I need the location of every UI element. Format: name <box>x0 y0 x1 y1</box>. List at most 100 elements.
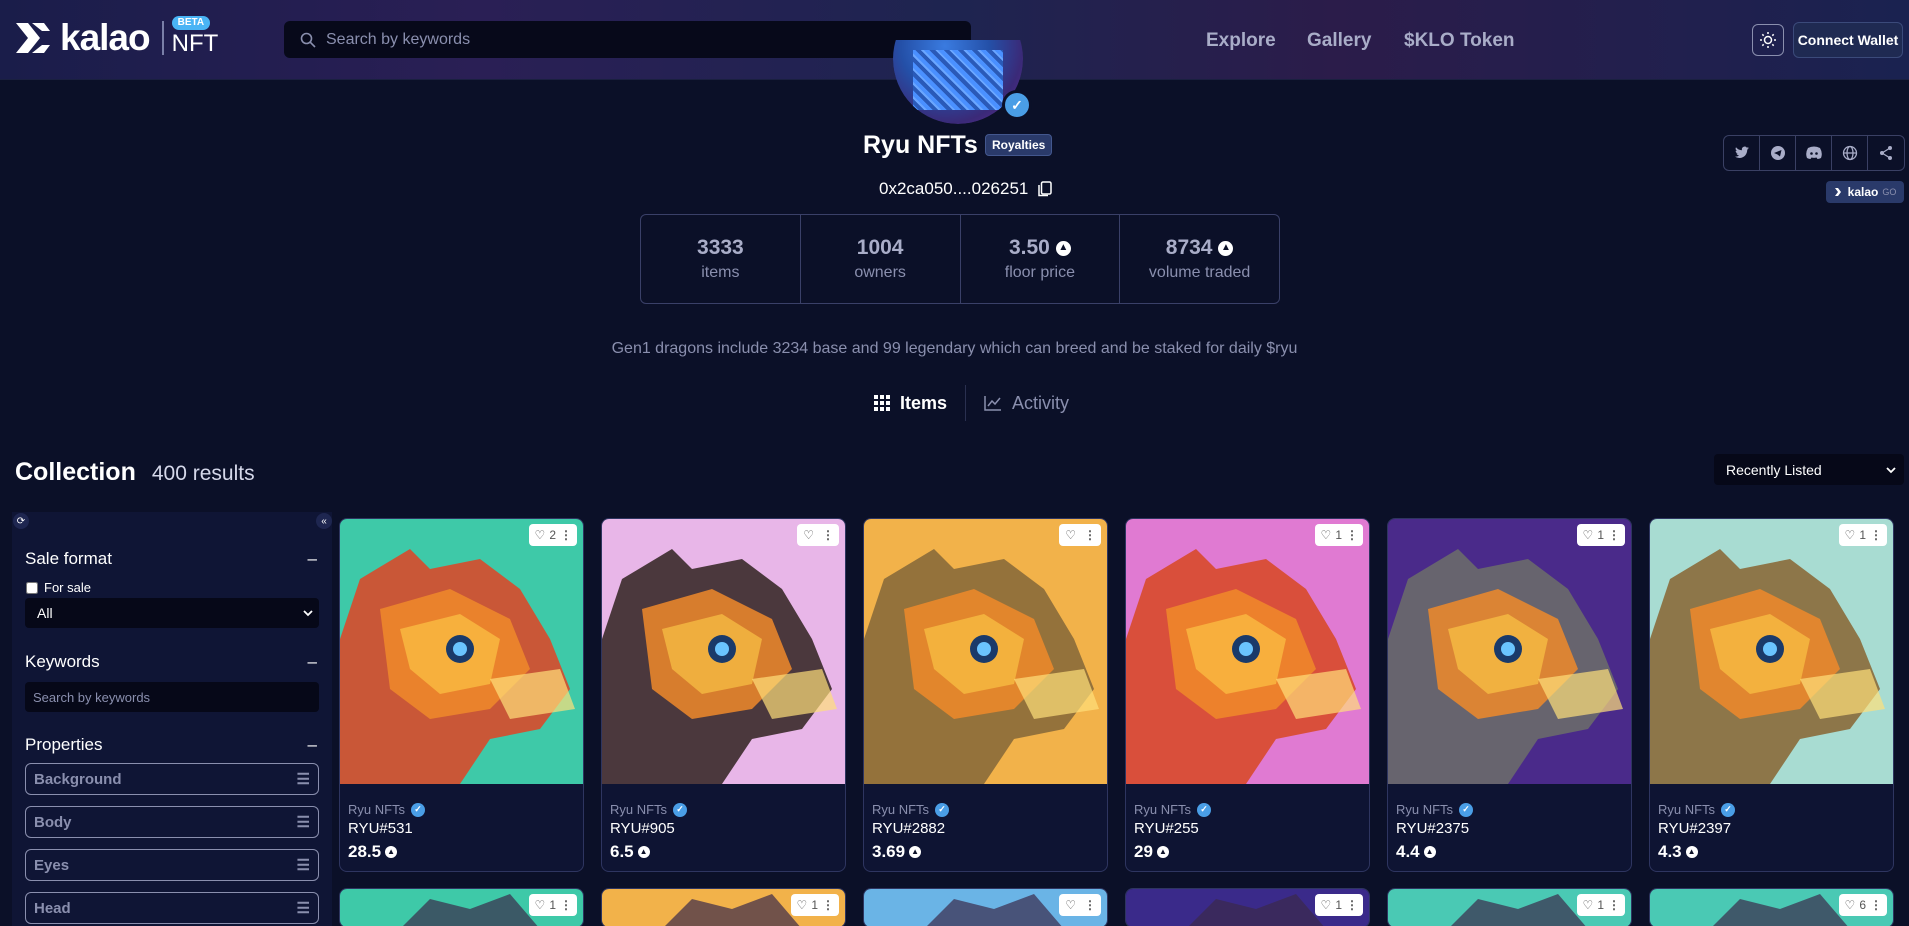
nav-explore[interactable]: Explore <box>1206 30 1276 52</box>
like-button[interactable]: ♡ 1 ⋮ <box>1838 524 1887 546</box>
collapse-sidebar-icon[interactable]: « <box>316 513 332 529</box>
like-button[interactable]: ♡ 1 ⋮ <box>1576 894 1625 916</box>
like-button[interactable]: ♡ 2 ⋮ <box>528 524 577 546</box>
tab-activity[interactable]: Activity <box>966 393 1087 414</box>
twitter-icon[interactable] <box>1724 136 1760 170</box>
theme-toggle-button[interactable] <box>1752 24 1784 56</box>
property-eyes[interactable]: Eyes ☰ <box>25 849 319 881</box>
property-background[interactable]: Background ☰ <box>25 763 319 795</box>
nft-card[interactable]: ♡ 1 ⋮ Ryu NFTs ✓ RYU#2375 4.4 ▲ <box>1387 518 1632 872</box>
sale-format-header[interactable]: Sale format – <box>25 549 317 569</box>
more-options-icon[interactable]: ⋮ <box>1084 528 1096 542</box>
nft-image[interactable] <box>602 519 845 784</box>
nft-image[interactable] <box>1388 519 1631 784</box>
connect-wallet-button[interactable]: Connect Wallet <box>1793 22 1903 58</box>
logo-nft-text: NFT <box>171 30 219 57</box>
keywords-header[interactable]: Keywords – <box>25 652 317 672</box>
like-button[interactable]: ♡ 6 ⋮ <box>1838 894 1887 916</box>
heart-icon: ♡ <box>1582 898 1594 912</box>
more-options-icon[interactable]: ⋮ <box>822 898 834 912</box>
search-input[interactable] <box>326 30 926 49</box>
property-head[interactable]: Head ☰ <box>25 892 319 924</box>
kalao-go-button[interactable]: kalao GO <box>1826 181 1904 203</box>
tab-items[interactable]: Items <box>856 393 965 414</box>
nav-gallery[interactable]: Gallery <box>1307 30 1371 52</box>
nft-price: 28.5 ▲ <box>348 842 425 862</box>
nft-collection[interactable]: Ryu NFTs ✓ <box>1134 802 1212 817</box>
nft-collection[interactable]: Ryu NFTs ✓ <box>1396 802 1474 817</box>
website-globe-icon[interactable] <box>1832 136 1868 170</box>
nft-card[interactable]: ♡ ⋮ Ryu NFTs ✓ RYU#905 6.5 ▲ <box>601 518 846 872</box>
nft-price-value: 28.5 <box>348 842 382 861</box>
kalao-logo-icon <box>14 19 52 57</box>
more-options-icon[interactable]: ⋮ <box>560 528 572 542</box>
nft-image[interactable] <box>340 519 583 784</box>
like-button[interactable]: ♡ 1 ⋮ <box>528 894 577 916</box>
keywords-search[interactable] <box>25 682 319 712</box>
nft-collection-name: Ryu NFTs <box>872 802 930 817</box>
heart-icon: ♡ <box>1844 898 1856 912</box>
share-icon[interactable] <box>1868 136 1904 170</box>
nft-card[interactable]: ♡ 2 ⋮ Ryu NFTs ✓ RYU#531 28.5 ▲ <box>339 518 584 872</box>
nft-card[interactable]: ♡ 1 ⋮ Ryu NFTs ✓ RYU#2397 4.3 ▲ <box>1649 518 1894 872</box>
more-options-icon[interactable]: ⋮ <box>1870 528 1882 542</box>
more-options-icon[interactable]: ⋮ <box>1346 528 1358 542</box>
nft-card[interactable]: ♡ 1 ⋮ <box>1125 888 1370 926</box>
more-options-icon[interactable]: ⋮ <box>822 528 834 542</box>
kalao-logo[interactable]: kalao BETA NFT <box>14 16 219 58</box>
nft-card[interactable]: ♡ 1 ⋮ Ryu NFTs ✓ RYU#255 29 ▲ <box>1125 518 1370 872</box>
minus-icon[interactable]: – <box>308 652 317 672</box>
nft-card[interactable]: ♡ 1 ⋮ <box>1387 888 1632 926</box>
nft-collection[interactable]: Ryu NFTs ✓ <box>1658 802 1736 817</box>
telegram-icon[interactable] <box>1760 136 1796 170</box>
verified-icon: ✓ <box>1721 802 1736 817</box>
copy-icon[interactable] <box>1038 181 1053 197</box>
more-options-icon[interactable]: ⋮ <box>1608 898 1620 912</box>
like-button[interactable]: ♡ 1 ⋮ <box>790 894 839 916</box>
more-options-icon[interactable]: ⋮ <box>1870 898 1882 912</box>
nft-price-value: 6.5 <box>610 842 634 861</box>
like-button[interactable]: ♡ 1 ⋮ <box>1314 524 1363 546</box>
stat-volume: 8734 ▲ volume traded <box>1120 215 1279 303</box>
nft-collection[interactable]: Ryu NFTs ✓ <box>610 802 688 817</box>
header-search[interactable] <box>284 21 971 58</box>
nft-collection[interactable]: Ryu NFTs ✓ <box>348 802 426 817</box>
for-sale-checkbox[interactable]: For sale <box>26 580 91 595</box>
nft-image[interactable] <box>1650 519 1893 784</box>
minus-icon[interactable]: – <box>308 735 317 755</box>
nft-image[interactable] <box>864 519 1107 784</box>
collection-stats: 3333 items 1004 owners 3.50 ▲ floor price… <box>640 214 1280 304</box>
discord-icon[interactable] <box>1796 136 1832 170</box>
properties-header[interactable]: Properties – <box>25 735 317 755</box>
more-options-icon[interactable]: ⋮ <box>1346 898 1358 912</box>
refresh-icon[interactable]: ⟳ <box>13 513 29 529</box>
nav-klo-token[interactable]: $KLO Token <box>1404 30 1515 52</box>
like-button[interactable]: ♡ ⋮ <box>1059 524 1101 546</box>
more-options-icon[interactable]: ⋮ <box>1084 898 1096 912</box>
property-label: Body <box>34 813 72 831</box>
nft-card[interactable]: ♡ 1 ⋮ <box>601 888 846 926</box>
sort-select[interactable]: Recently Listed <box>1714 454 1904 485</box>
nft-card[interactable]: ♡ ⋮ Ryu NFTs ✓ RYU#2882 3.69 ▲ <box>863 518 1108 872</box>
more-options-icon[interactable]: ⋮ <box>560 898 572 912</box>
nft-card[interactable]: ♡ ⋮ <box>863 888 1108 926</box>
property-body[interactable]: Body ☰ <box>25 806 319 838</box>
like-button[interactable]: ♡ ⋮ <box>1059 894 1101 916</box>
like-button[interactable]: ♡ 1 ⋮ <box>1314 894 1363 916</box>
nft-price: 29 ▲ <box>1134 842 1211 862</box>
keywords-input[interactable] <box>33 689 303 705</box>
nft-image[interactable] <box>1126 519 1369 784</box>
heart-icon: ♡ <box>534 898 546 912</box>
social-links <box>1723 135 1905 171</box>
nft-collection[interactable]: Ryu NFTs ✓ <box>872 802 950 817</box>
nft-card[interactable]: ♡ 1 ⋮ <box>339 888 584 926</box>
nft-card[interactable]: ♡ 6 ⋮ <box>1649 888 1894 926</box>
like-button[interactable]: ♡ 1 ⋮ <box>1576 524 1625 546</box>
like-count: 1 <box>549 898 556 912</box>
more-options-icon[interactable]: ⋮ <box>1608 528 1620 542</box>
like-button[interactable]: ♡ ⋮ <box>797 524 839 546</box>
minus-icon[interactable]: – <box>308 549 317 569</box>
royalties-badge[interactable]: Royalties <box>985 134 1053 156</box>
for-sale-input[interactable] <box>26 581 38 594</box>
sale-format-select[interactable]: All <box>25 598 319 628</box>
